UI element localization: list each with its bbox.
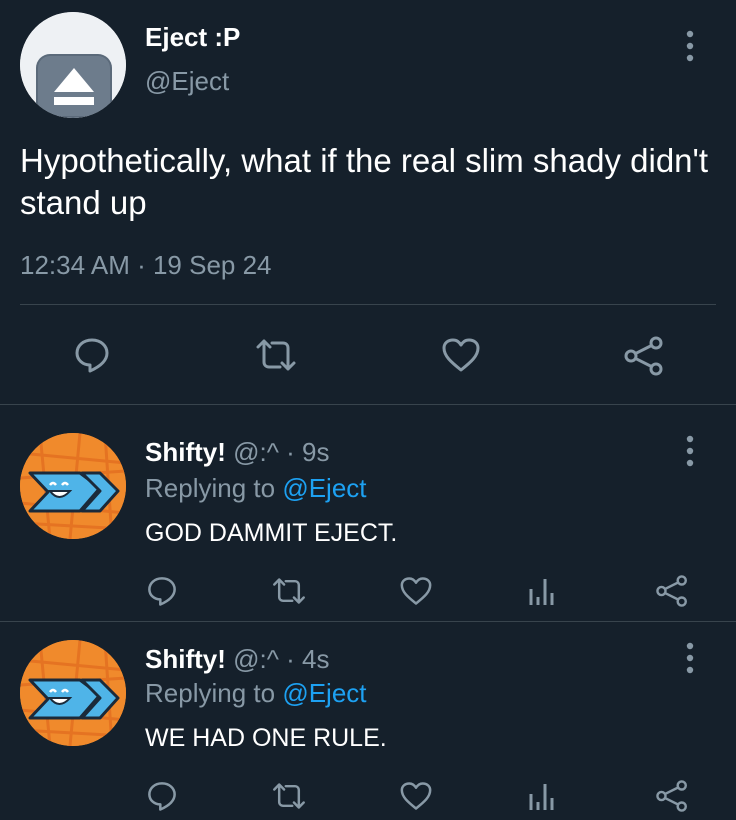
more-options-icon[interactable] <box>680 640 700 676</box>
tweet-timestamp: 12:34 AM · 19 Sep 24 <box>20 250 272 280</box>
user-handle[interactable]: @Eject <box>145 66 229 97</box>
analytics-icon[interactable] <box>527 780 557 812</box>
mention-link[interactable]: @Eject <box>282 678 366 708</box>
replying-to: Replying to @Eject <box>145 473 367 504</box>
like-icon[interactable] <box>399 576 433 606</box>
reply-icon[interactable] <box>146 575 178 607</box>
tweet-text: Hypothetically, what if the real slim sh… <box>20 142 709 221</box>
divider <box>20 304 716 305</box>
share-icon[interactable] <box>623 336 665 376</box>
reply-text: GOD DAMMIT EJECT. <box>145 519 398 547</box>
shifty-avatar-icon <box>20 433 126 539</box>
more-options-icon[interactable] <box>680 28 700 64</box>
analytics-icon[interactable] <box>527 575 557 607</box>
like-icon[interactable] <box>399 781 433 811</box>
display-name[interactable]: Eject :P <box>145 22 240 53</box>
retweet-icon[interactable] <box>254 338 298 372</box>
more-options-icon[interactable] <box>680 433 700 469</box>
avatar[interactable] <box>20 640 126 746</box>
replying-to: Replying to @Eject <box>145 678 367 709</box>
reply-icon[interactable] <box>73 336 111 374</box>
mention-link[interactable]: @Eject <box>282 473 366 503</box>
like-icon[interactable] <box>441 337 481 373</box>
replying-to-label: Replying to <box>145 678 283 708</box>
reply-tweet[interactable]: Shifty! @:^ · 9s Replying to @Eject GOD … <box>0 405 736 622</box>
eject-icon <box>20 12 126 118</box>
reply-header: Shifty! @:^ · 4s <box>145 644 330 675</box>
shifty-avatar-icon <box>20 640 126 746</box>
display-name[interactable]: Shifty! <box>145 437 226 467</box>
reply-tweet[interactable]: Shifty! @:^ · 4s Replying to @Eject WE H… <box>0 622 736 820</box>
retweet-icon[interactable] <box>271 577 307 605</box>
share-icon[interactable] <box>655 574 689 608</box>
tweet-thread-view: Eject :P @Eject Hypothetically, what if … <box>0 0 736 820</box>
share-icon[interactable] <box>655 779 689 813</box>
reply-icon[interactable] <box>146 780 178 812</box>
main-tweet[interactable]: Eject :P @Eject Hypothetically, what if … <box>0 0 736 405</box>
display-name[interactable]: Shifty! <box>145 644 226 674</box>
reply-header: Shifty! @:^ · 9s <box>145 437 330 468</box>
avatar[interactable] <box>20 12 126 118</box>
reply-handle-time: @:^ · 9s <box>225 437 330 467</box>
avatar[interactable] <box>20 433 126 539</box>
replying-to-label: Replying to <box>145 473 283 503</box>
reply-handle-time: @:^ · 4s <box>225 644 330 674</box>
retweet-icon[interactable] <box>271 782 307 810</box>
reply-text: WE HAD ONE RULE. <box>145 724 387 752</box>
